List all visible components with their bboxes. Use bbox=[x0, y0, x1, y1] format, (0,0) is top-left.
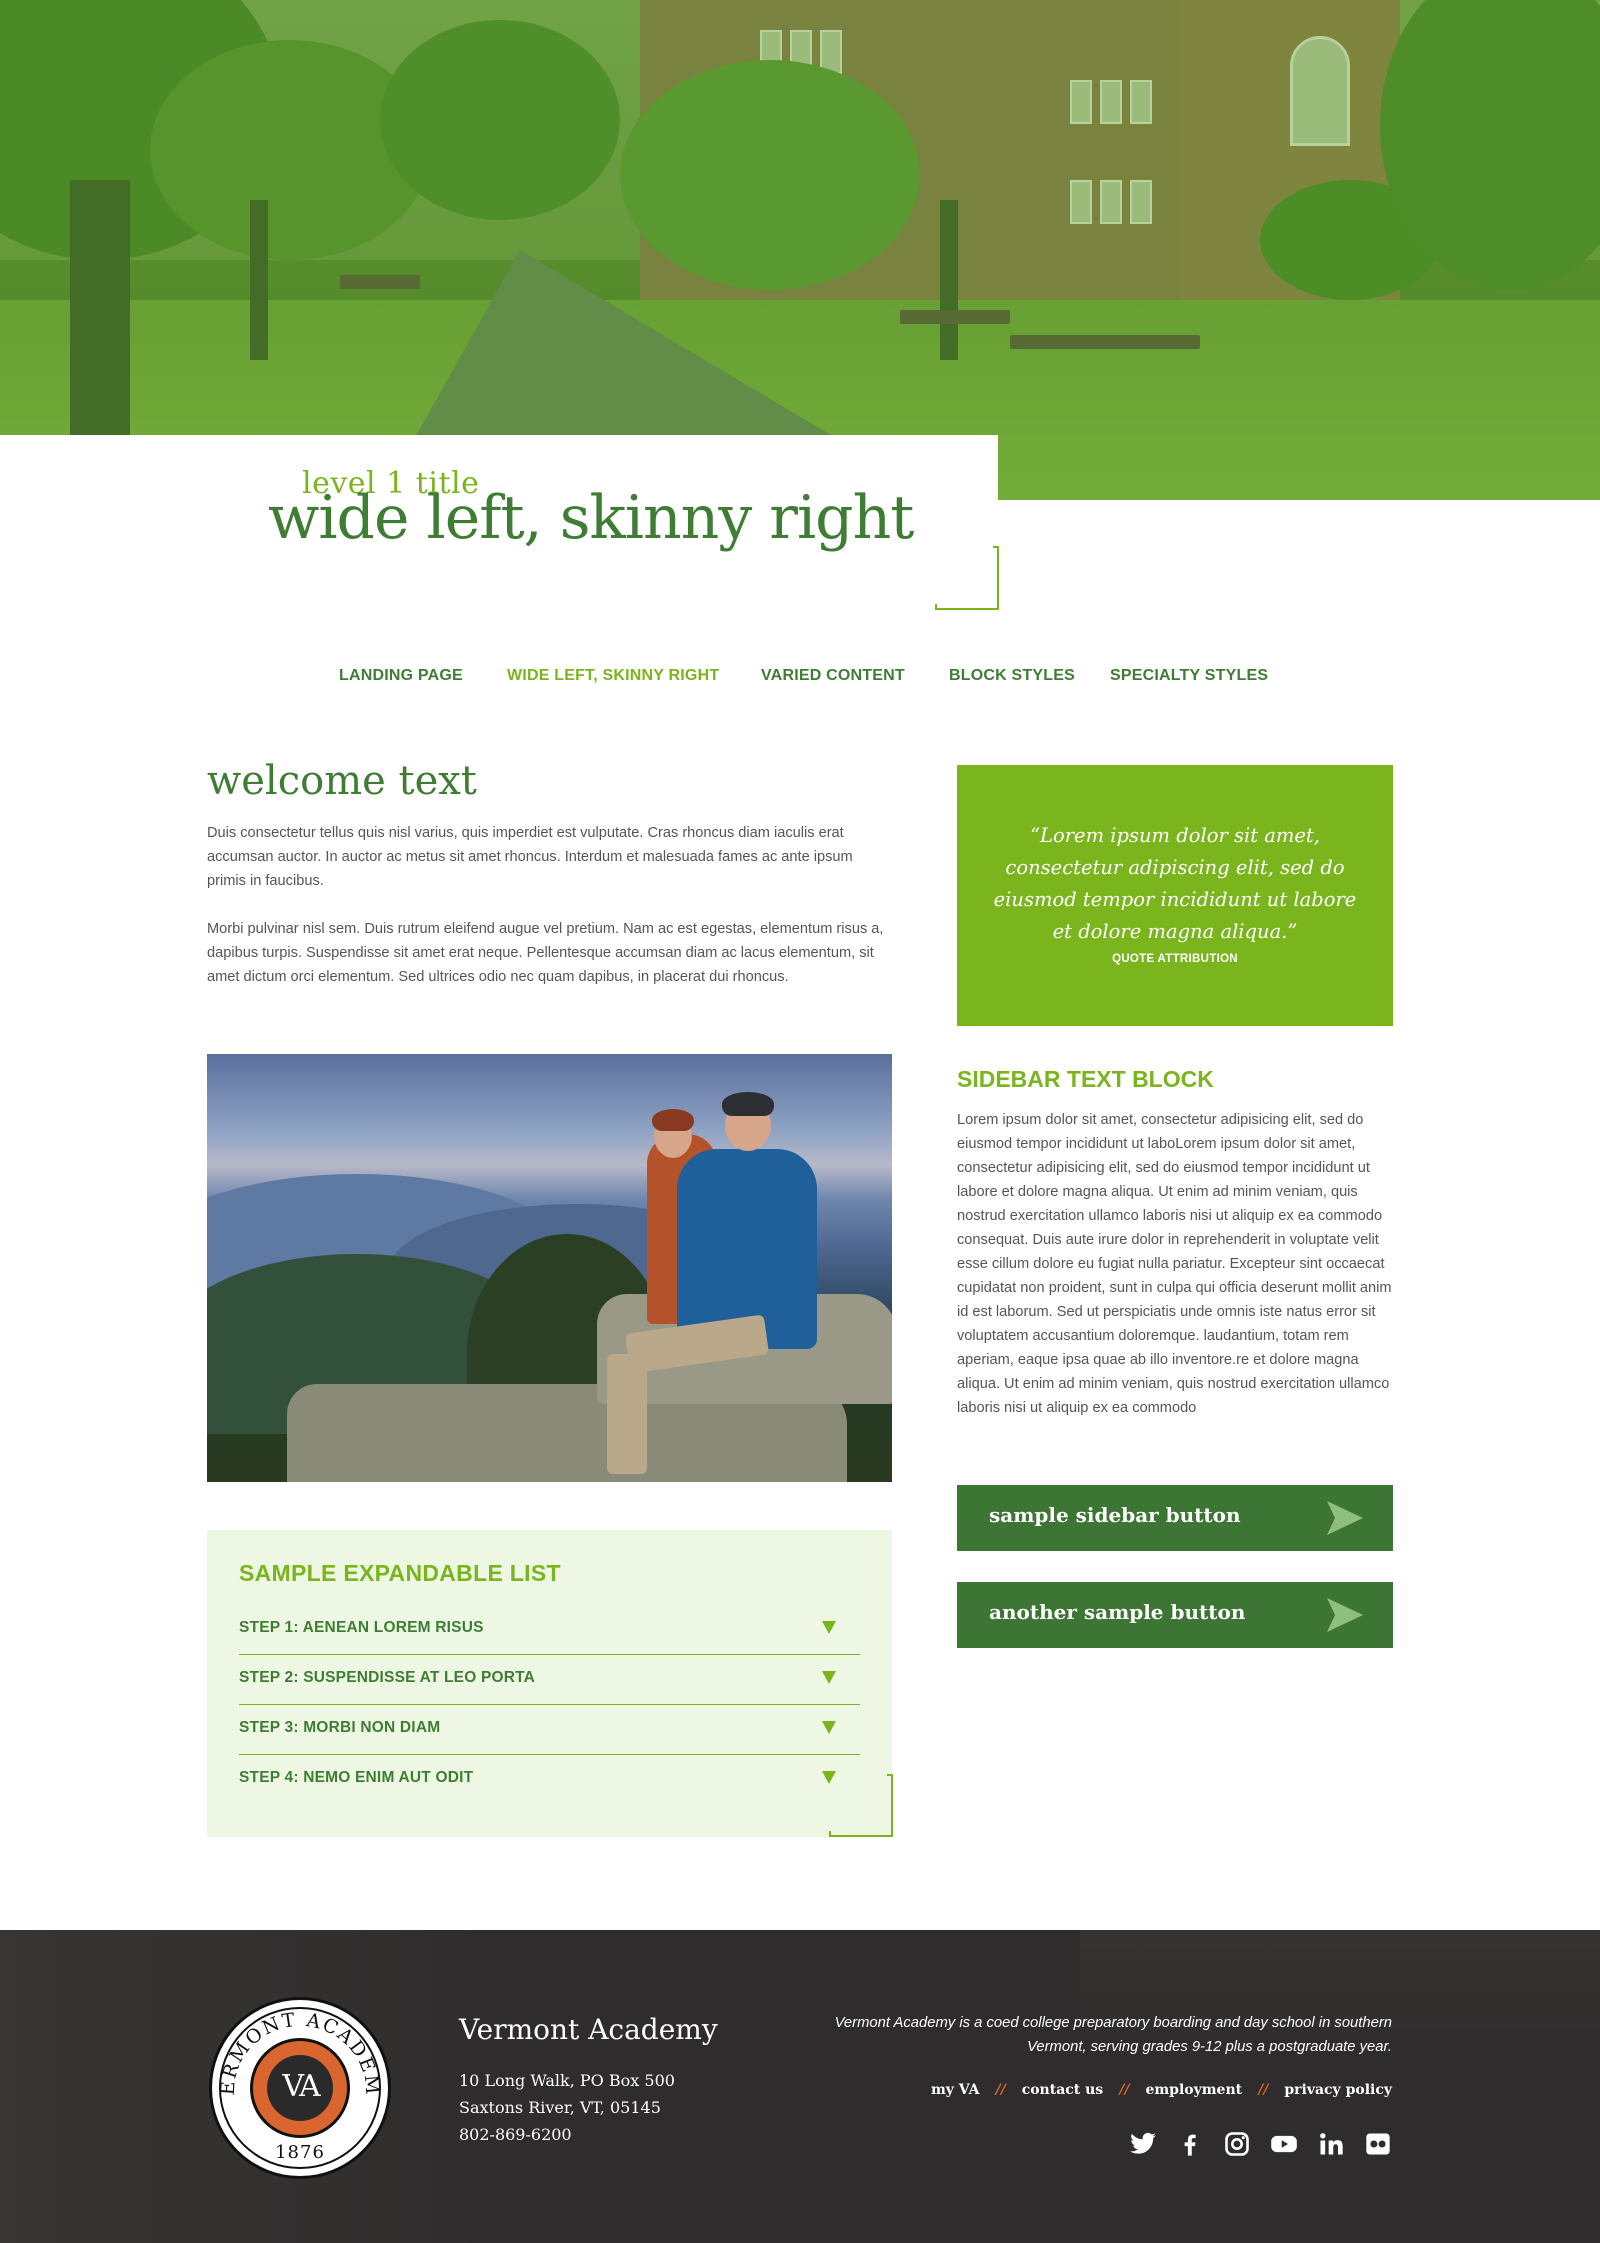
footer-links: my VA//contact us//employment//privacy p… bbox=[930, 2082, 1392, 2098]
another-sample-button[interactable]: another sample button bbox=[957, 1582, 1393, 1648]
hikers-photo bbox=[207, 1054, 892, 1482]
nav-item-wide-left-skinny-right[interactable]: WIDE LEFT, SKINNY RIGHT bbox=[507, 667, 719, 685]
chevron-down-icon[interactable] bbox=[822, 1721, 836, 1734]
expandable-item[interactable]: STEP 1: AENEAN LOREM RISUS bbox=[239, 1605, 860, 1655]
nav-item-specialty-styles[interactable]: SPECIALTY STYLES bbox=[1110, 667, 1268, 685]
page-title: wide left, skinny right bbox=[268, 483, 914, 553]
section-nav: LANDING PAGE WIDE LEFT, SKINNY RIGHT VAR… bbox=[0, 667, 1600, 697]
button-label: sample sidebar button bbox=[989, 1503, 1241, 1527]
quote-attribution: QUOTE ATTRIBUTION bbox=[1112, 953, 1238, 965]
nav-item-landing-page[interactable]: LANDING PAGE bbox=[339, 667, 463, 685]
arrow-right-icon bbox=[1327, 1598, 1363, 1632]
sidebar-heading: SIDEBAR TEXT BLOCK bbox=[957, 1066, 1214, 1092]
footer-address-line: 10 Long Walk, PO Box 500 bbox=[459, 2071, 675, 2090]
quote-text: “Lorem ipsum dolor sit amet, consectetur… bbox=[993, 824, 1357, 943]
footer-blurb: Vermont Academy is a coed college prepar… bbox=[834, 2015, 1392, 2055]
footer-school-name: Vermont Academy bbox=[459, 2013, 718, 2046]
footer-link-contact-us[interactable]: contact us bbox=[1022, 2082, 1104, 2098]
instagram-icon[interactable] bbox=[1223, 2130, 1251, 2158]
flickr-icon[interactable] bbox=[1364, 2130, 1392, 2158]
corner-bracket-decoration bbox=[829, 1774, 893, 1837]
corner-bracket-decoration bbox=[935, 546, 999, 610]
social-links bbox=[1110, 2130, 1392, 2158]
footer-link-privacy-policy[interactable]: privacy policy bbox=[1284, 2082, 1392, 2098]
footer-address-line: Saxtons River, VT, 05145 bbox=[459, 2098, 661, 2117]
body-paragraph: Morbi pulvinar nisl sem. Duis rutrum ele… bbox=[207, 921, 884, 985]
seal-year: 1876 bbox=[275, 2142, 325, 2163]
expandable-list: SAMPLE EXPANDABLE LIST STEP 1: AENEAN LO… bbox=[207, 1530, 892, 1837]
nav-item-varied-content[interactable]: VARIED CONTENT bbox=[761, 667, 905, 685]
expandable-item-label: STEP 3: MORBI NON DIAM bbox=[239, 1719, 441, 1736]
expandable-item[interactable]: STEP 3: MORBI NON DIAM bbox=[239, 1705, 860, 1755]
button-label: another sample button bbox=[989, 1600, 1246, 1624]
expandable-item-label: STEP 2: SUSPENDISSE AT LEO PORTA bbox=[239, 1669, 536, 1686]
twitter-icon[interactable] bbox=[1129, 2130, 1157, 2158]
nav-item-block-styles[interactable]: BLOCK STYLES bbox=[949, 667, 1075, 685]
body-paragraph: Duis consectetur tellus quis nisl varius… bbox=[207, 825, 853, 889]
expandable-item-label: STEP 1: AENEAN LOREM RISUS bbox=[239, 1619, 484, 1636]
expandable-item-label: STEP 4: NEMO ENIM AUT ODIT bbox=[239, 1769, 474, 1786]
sidebar-quote: “Lorem ipsum dolor sit amet, consectetur… bbox=[957, 765, 1393, 1026]
seal-monogram: VA bbox=[282, 2069, 320, 2104]
expandable-item[interactable]: STEP 4: NEMO ENIM AUT ODIT bbox=[239, 1755, 860, 1805]
expandable-item[interactable]: STEP 2: SUSPENDISSE AT LEO PORTA bbox=[239, 1655, 860, 1705]
linkedin-icon[interactable] bbox=[1317, 2130, 1345, 2158]
sidebar-text: Lorem ipsum dolor sit amet, consectetur … bbox=[957, 1112, 1392, 1416]
footer-link-my-va[interactable]: my VA bbox=[931, 2082, 979, 2098]
expandable-list-title: SAMPLE EXPANDABLE LIST bbox=[239, 1560, 561, 1586]
chevron-down-icon[interactable] bbox=[822, 1671, 836, 1684]
hero-image bbox=[0, 0, 1600, 500]
arrow-right-icon bbox=[1327, 1501, 1363, 1535]
youtube-icon[interactable] bbox=[1270, 2130, 1298, 2158]
chevron-down-icon[interactable] bbox=[822, 1621, 836, 1634]
welcome-heading: welcome text bbox=[207, 758, 477, 804]
footer-link-employment[interactable]: employment bbox=[1145, 2082, 1242, 2098]
sample-sidebar-button[interactable]: sample sidebar button bbox=[957, 1485, 1393, 1551]
facebook-icon[interactable] bbox=[1176, 2130, 1204, 2158]
footer-phone[interactable]: 802-869-6200 bbox=[459, 2125, 572, 2144]
school-seal-logo[interactable]: VERMONT ACADEMY VA 1876 bbox=[209, 1997, 391, 2179]
